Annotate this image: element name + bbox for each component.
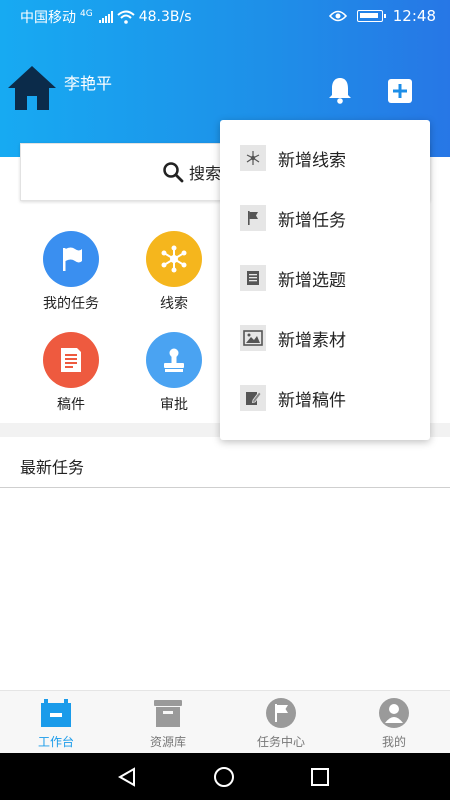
plus-icon xyxy=(393,84,407,98)
document-icon xyxy=(43,332,99,388)
tab-workbench[interactable]: 工作台 xyxy=(0,691,112,754)
status-bar: 中国移动 4G 48.3B/s 12:48 xyxy=(0,0,450,32)
edit-icon xyxy=(240,385,266,411)
menu-item-add-manuscript[interactable]: 新增稿件 xyxy=(220,368,430,428)
tab-label: 任务中心 xyxy=(256,735,305,749)
username: 李艳平 xyxy=(64,74,113,93)
add-button[interactable] xyxy=(388,79,412,103)
menu-item-label: 新增线索 xyxy=(278,150,346,171)
carrier-label: 中国移动 xyxy=(20,10,76,26)
network-label: 4G xyxy=(80,9,93,19)
tab-label: 资源库 xyxy=(149,735,186,749)
home-icon[interactable] xyxy=(6,64,58,112)
search-icon xyxy=(163,162,184,183)
network-icon xyxy=(240,145,266,171)
archive-icon xyxy=(154,700,182,727)
person-icon xyxy=(379,698,409,728)
wifi-icon xyxy=(117,10,135,24)
menu-item-label: 新增素材 xyxy=(278,330,346,351)
bell-icon[interactable] xyxy=(327,76,353,104)
menu-item-add-lead[interactable]: 新增线索 xyxy=(220,128,430,188)
list-icon xyxy=(240,265,266,291)
network-icon xyxy=(146,231,202,287)
flag-icon xyxy=(266,698,296,728)
recents-icon[interactable] xyxy=(309,766,331,788)
bottom-tab-bar: 工作台 资源库 任务中心 我的 xyxy=(0,690,450,753)
grid-item-manuscripts[interactable]: 稿件 xyxy=(26,332,116,414)
menu-item-add-material[interactable]: 新增素材 xyxy=(220,308,430,368)
divider xyxy=(0,487,450,488)
image-icon xyxy=(240,325,266,351)
battery-icon xyxy=(356,10,386,22)
grid-item-label: 审批 xyxy=(160,397,188,413)
tab-task-center[interactable]: 任务中心 xyxy=(225,691,337,754)
grid-item-label: 我的任务 xyxy=(43,296,99,312)
menu-item-label: 新增选题 xyxy=(278,270,346,291)
flag-icon xyxy=(43,231,99,287)
grid-item-label: 稿件 xyxy=(57,397,85,413)
add-dropdown-menu: 新增线索 新增任务 新增选题 新增素材 新增稿件 xyxy=(220,120,430,440)
home-circle-icon[interactable] xyxy=(213,766,235,788)
grid-item-label: 线索 xyxy=(160,296,188,312)
tab-label: 我的 xyxy=(381,735,406,749)
menu-item-label: 新增稿件 xyxy=(278,390,346,411)
tab-resources[interactable]: 资源库 xyxy=(112,691,224,754)
back-icon[interactable] xyxy=(116,766,138,788)
latest-tasks-title: 最新任务 xyxy=(20,458,85,477)
tab-label: 工作台 xyxy=(37,735,74,749)
time-label: 12:48 xyxy=(392,7,436,25)
workbench-icon xyxy=(41,699,71,727)
eye-icon xyxy=(328,10,347,22)
grid-item-my-tasks[interactable]: 我的任务 xyxy=(26,231,116,313)
system-nav-bar xyxy=(0,753,450,800)
menu-item-label: 新增任务 xyxy=(278,210,346,231)
menu-item-add-topic[interactable]: 新增选题 xyxy=(220,248,430,308)
flag-icon xyxy=(240,205,266,231)
signal-icon xyxy=(98,11,113,23)
tab-mine[interactable]: 我的 xyxy=(338,691,450,754)
grid-item-leads[interactable]: 线索 xyxy=(129,231,219,313)
grid-item-approval[interactable]: 审批 xyxy=(129,332,219,414)
stamp-icon xyxy=(146,332,202,388)
search-label: 搜索 xyxy=(189,164,222,183)
speed-label: 48.3B/s xyxy=(138,9,192,25)
menu-item-add-task[interactable]: 新增任务 xyxy=(220,188,430,248)
